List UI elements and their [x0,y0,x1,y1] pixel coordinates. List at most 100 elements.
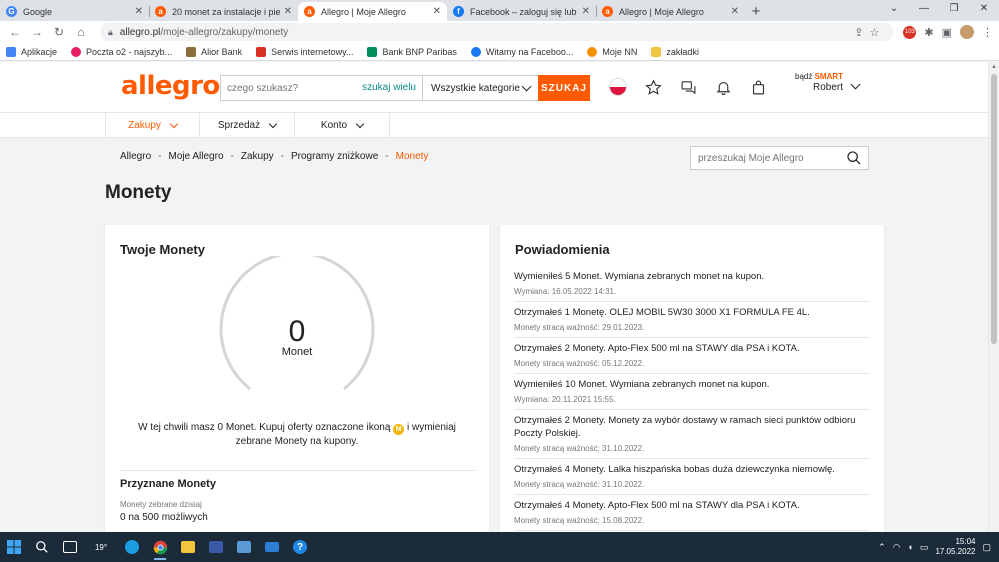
list-item: Otrzymałeś 2 Monety. Monety za wybór dos… [514,410,870,459]
breadcrumb-moje-allegro[interactable]: Moje Allegro [168,151,223,162]
file-explorer-icon[interactable] [174,533,202,561]
coins-info-text: W tej chwili masz 0 Monet. Kupuj oferty … [138,422,456,447]
close-window-icon[interactable]: ✕ [969,0,999,21]
save-disk-icon[interactable] [202,533,230,561]
store-icon[interactable] [230,533,258,561]
clock[interactable]: 15:04 17.05.2022 [935,537,975,557]
task-view-icon[interactable] [56,533,84,561]
volume-icon[interactable]: ◖ [907,542,912,552]
windows-start-icon[interactable] [0,533,28,561]
restore-icon[interactable]: ❐ [939,0,969,21]
bookmark-poczta-o2[interactable]: Poczta o2 - najszyb... [71,46,172,57]
bookmark-folder-zakladki[interactable]: zakładki [651,46,699,57]
scrollbar-thumb[interactable] [991,74,997,344]
sub-navigation: Zakupy Sprzedaż Konto [0,112,988,138]
mail-icon[interactable] [258,533,286,561]
user-name[interactable]: Robert [813,82,843,93]
coins-unit: Monet [281,346,313,358]
browser-tab-facebook[interactable]: f Facebook – zaloguj się lub zarejes ✕ [447,2,596,21]
search-icon[interactable] [28,533,56,561]
edge-icon[interactable] [118,533,146,561]
nn-icon [587,46,598,57]
category-select[interactable]: Wszystkie kategorie [422,76,538,100]
chevron-down-icon [521,81,532,91]
bookmark-serwis[interactable]: Serwis internetowy... [256,46,353,57]
close-tab-icon[interactable]: ✕ [582,6,590,17]
bookmark-facebook[interactable]: Witamy na Faceboo... [470,46,573,57]
help-icon[interactable]: ? [286,533,314,561]
extension-badge[interactable]: 103 [903,25,917,39]
url-path: /moje-allegro/zakupy/monety [160,26,289,38]
search-button[interactable]: SZUKAJ [538,75,590,101]
tab-title: Allegro | Moje Allegro [321,6,406,17]
subnav-konto[interactable]: Konto [295,113,390,138]
page-scrollbar[interactable]: ▲ [988,62,999,532]
scroll-up-icon[interactable]: ▲ [991,64,997,70]
bookmarks-bar: Aplikacje Poczta o2 - najszyb... Alior B… [0,43,999,61]
close-tab-icon[interactable]: ✕ [135,6,143,17]
chevron-up-icon[interactable]: ⌃ [878,542,886,553]
tab-search-chevron-icon[interactable]: ⌄ [879,0,909,21]
wifi-icon[interactable]: ◠ [893,542,901,553]
back-arrow-icon[interactable]: ← [6,25,24,39]
reload-icon[interactable]: ↻ [50,25,68,39]
list-item: Otrzymałeś 4 Monety. Lalka hiszpańska bo… [514,459,870,495]
notifications-title: Powiadomienia [515,242,610,257]
o2-icon [71,46,82,57]
browser-tab-monety-promo[interactable]: a 20 monet za instalacje i pierwsze ✕ [149,2,298,21]
close-tab-icon[interactable]: ✕ [433,6,441,17]
coins-card: Twoje Monety 0 Monet W tej chwili masz 0… [105,225,489,532]
chevron-down-icon [268,119,278,129]
chrome-icon[interactable] [146,533,174,561]
browser-tab-moje-allegro-active[interactable]: a Allegro | Moje Allegro ✕ [298,2,447,21]
page-title: Monety [105,182,172,203]
search-input[interactable] [221,76,363,100]
puzzle-extensions-icon[interactable]: ✱ [924,26,933,39]
facebook-icon [470,46,481,57]
share-and-bookmark-icons[interactable]: ⇪☆ [854,26,885,39]
browser-tab-google[interactable]: G Google ✕ [0,2,149,21]
breadcrumb-allegro[interactable]: Allegro [120,151,151,162]
search-many-link[interactable]: szukaj wielu [362,76,422,100]
star-favorites-icon[interactable] [643,77,663,97]
breadcrumb-zakupy[interactable]: Zakupy [241,151,274,162]
language-icon[interactable]: ▭ [920,542,929,553]
allegro-logo[interactable]: allegro [121,71,220,101]
address-bar[interactable]: 🔒︎ allegro.pl/moje-allegro/zakupy/monety… [100,23,894,41]
bell-notifications-icon[interactable] [713,77,733,97]
notification-center-icon[interactable]: ▢ [982,542,991,553]
weather-widget[interactable]: 19° [84,533,118,561]
breadcrumb: Allegro - Moje Allegro - Zakupy - Progra… [120,151,429,162]
poland-flag-icon[interactable] [609,78,627,96]
sidebar-icon[interactable]: ▣ [942,26,952,39]
chevron-down-icon[interactable] [850,79,861,90]
apps-grid-icon [6,46,16,57]
subnav-sprzedaz[interactable]: Sprzedaż [200,113,295,138]
minimize-icon[interactable]: — [909,0,939,21]
bookmark-moje-nn[interactable]: Moje NN [587,46,637,57]
moje-allegro-search-input[interactable] [691,152,846,164]
alior-icon [186,46,197,57]
breadcrumb-programy[interactable]: Programy zniżkowe [291,151,378,162]
category-select-value: Wszystkie kategorie [431,82,520,94]
collected-today-label: Monety zebrane dzisiaj [120,500,202,509]
tab-title: Allegro | Moje Allegro [619,6,704,17]
browser-tab-moje-allegro-2[interactable]: a Allegro | Moje Allegro ✕ [596,2,745,21]
smart-promo[interactable]: bądź SMART [795,72,843,81]
subnav-zakupy[interactable]: Zakupy [105,113,200,138]
search-icon[interactable] [846,150,862,166]
new-tab-button[interactable]: + [745,2,767,21]
messages-icon[interactable] [678,77,698,97]
bookmark-aplikacje[interactable]: Aplikacje [6,46,57,57]
close-tab-icon[interactable]: ✕ [284,6,292,17]
allegro-favicon-icon: a [602,6,613,17]
profile-avatar[interactable] [960,25,974,39]
bookmark-alior-bank[interactable]: Alior Bank [186,46,242,57]
home-icon[interactable]: ⌂ [72,25,90,39]
close-tab-icon[interactable]: ✕ [731,6,739,17]
menu-dots-icon[interactable]: ⋮ [982,26,993,39]
forward-arrow-icon[interactable]: → [28,25,46,39]
shopping-bag-icon[interactable] [748,77,768,97]
bookmark-bnp-paribas[interactable]: Bank BNP Paribas [367,46,457,57]
site-header: allegro szukaj wielu Wszystkie kategorie… [0,62,988,112]
